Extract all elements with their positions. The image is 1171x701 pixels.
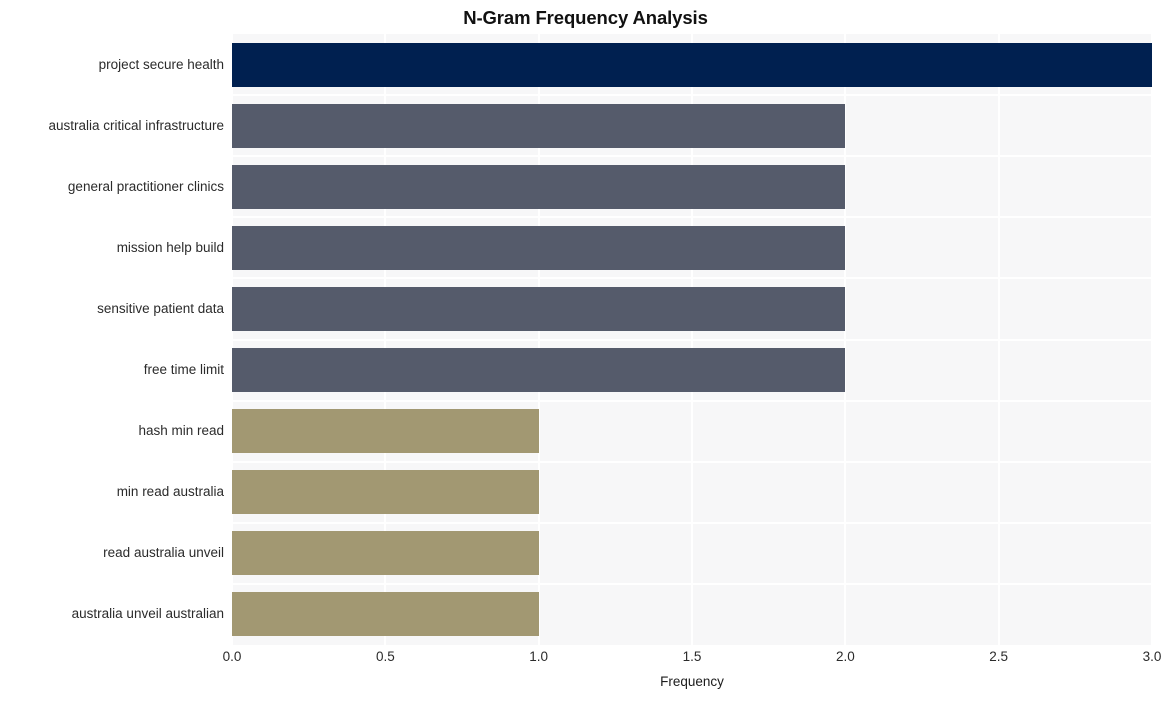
- x-axis-tick-label: 0.0: [222, 649, 242, 664]
- bar[interactable]: [232, 42, 1152, 87]
- chart-figure: N-Gram Frequency Analysis project secure…: [0, 0, 1171, 701]
- x-axis-label: Frequency: [660, 674, 724, 689]
- y-axis-tick-label: project secure health: [98, 56, 224, 72]
- bar-row[interactable]: [232, 531, 1152, 576]
- horizontal-gridline: [232, 338, 1152, 341]
- horizontal-gridline: [232, 460, 1152, 463]
- y-axis-tick-label: mission help build: [116, 239, 224, 255]
- bar[interactable]: [232, 531, 539, 576]
- horizontal-gridline: [232, 582, 1152, 585]
- x-axis-tick-label: 2.0: [835, 649, 855, 664]
- y-axis-tick-label: read australia unveil: [103, 545, 224, 561]
- x-axis-tick-label: 2.5: [989, 649, 1009, 664]
- bar-row[interactable]: [232, 42, 1152, 87]
- bar-row[interactable]: [232, 348, 1152, 393]
- y-axis-tick-label: australia unveil australian: [71, 606, 224, 622]
- bar[interactable]: [232, 164, 846, 209]
- y-axis-tick-label: australia critical infrastructure: [48, 117, 224, 133]
- y-axis-tick-label: hash min read: [138, 423, 224, 439]
- y-axis-tick-label: general practitioner clinics: [67, 178, 224, 194]
- x-axis-tick-label: 1.0: [529, 649, 549, 664]
- bar[interactable]: [232, 286, 846, 331]
- horizontal-gridline: [232, 521, 1152, 524]
- bar[interactable]: [232, 103, 846, 148]
- x-axis-tick-label: 0.5: [375, 649, 395, 664]
- x-axis-tick-label: 3.0: [1142, 649, 1162, 664]
- y-axis-tick-label: sensitive patient data: [97, 300, 224, 316]
- horizontal-gridline: [232, 277, 1152, 280]
- horizontal-gridline: [232, 399, 1152, 402]
- plot-area: [231, 34, 1153, 645]
- bar-row[interactable]: [232, 409, 1152, 454]
- y-axis-tick-labels: project secure health australia critical …: [0, 34, 224, 645]
- bar[interactable]: [232, 409, 539, 454]
- bar-row[interactable]: [232, 592, 1152, 637]
- bar[interactable]: [232, 348, 846, 393]
- chart-title: N-Gram Frequency Analysis: [463, 7, 708, 28]
- x-axis-tick-labels: 0.0 0.5 1.0 1.5 2.0 2.5 3.0: [0, 648, 1171, 668]
- bar[interactable]: [232, 592, 539, 637]
- horizontal-gridline: [232, 216, 1152, 219]
- horizontal-gridline: [232, 94, 1152, 97]
- horizontal-gridline: [232, 155, 1152, 158]
- y-axis-tick-label: free time limit: [143, 362, 224, 378]
- bar-row[interactable]: [232, 164, 1152, 209]
- x-axis-tick-label: 1.5: [682, 649, 702, 664]
- y-axis-tick-label: min read australia: [116, 484, 224, 500]
- bar-row[interactable]: [232, 225, 1152, 270]
- bar[interactable]: [232, 470, 539, 515]
- bar-row[interactable]: [232, 470, 1152, 515]
- bar-row[interactable]: [232, 103, 1152, 148]
- bar-row[interactable]: [232, 286, 1152, 331]
- bar[interactable]: [232, 225, 846, 270]
